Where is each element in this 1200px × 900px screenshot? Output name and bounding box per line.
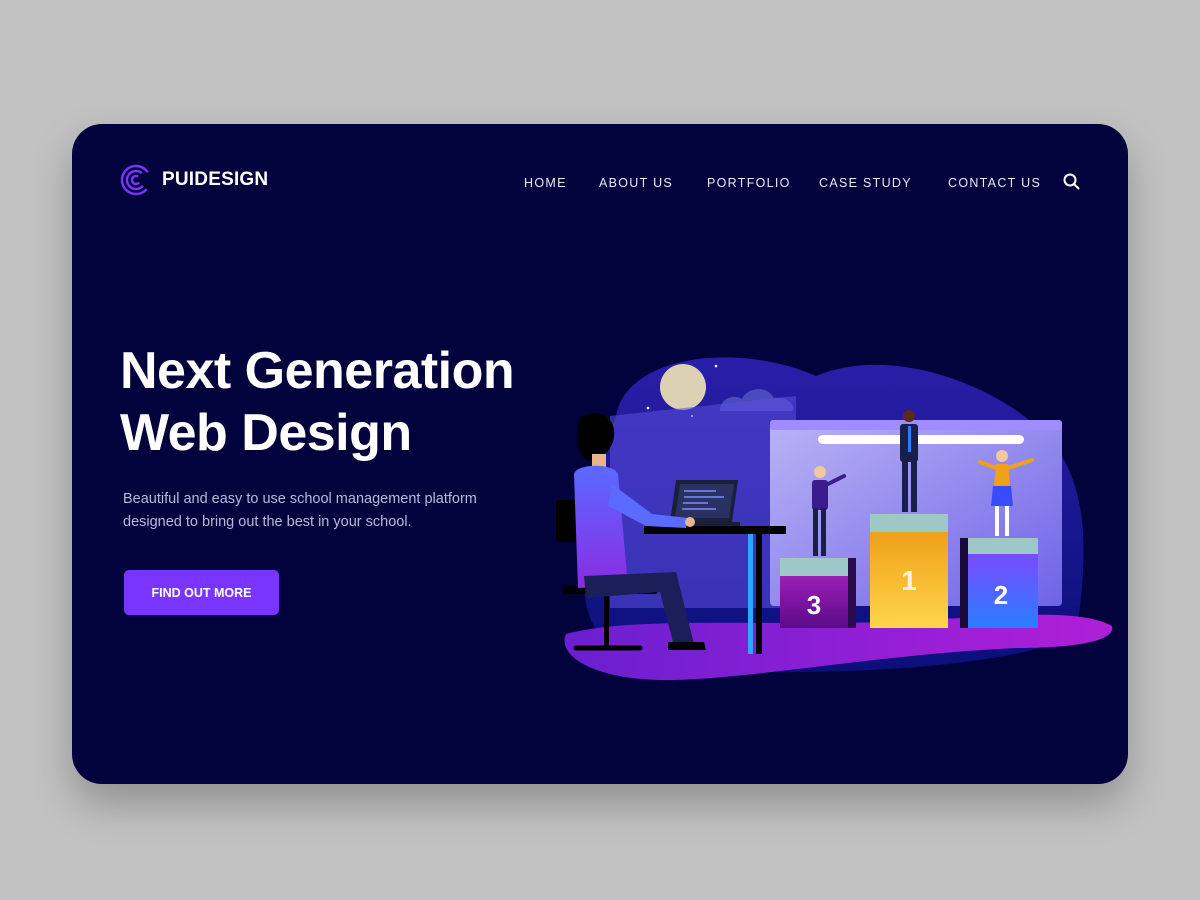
star-icon xyxy=(646,406,650,410)
nav-contact-us[interactable]: CONTACT US xyxy=(948,176,1041,190)
nav-case-study[interactable]: CASE STUDY xyxy=(819,176,912,190)
hero-description: Beautiful and easy to use school managem… xyxy=(123,491,477,530)
hero-title: Next Generation Web Design xyxy=(120,340,515,464)
hero-title-line-2: Web Design xyxy=(120,404,412,462)
hero-title-line-1: Next Generation xyxy=(120,342,515,400)
podium-label-2: 2 xyxy=(994,580,1008,610)
moon-icon xyxy=(660,364,706,410)
nav-about-us[interactable]: ABOUT US xyxy=(599,176,673,190)
nav-portfolio[interactable]: PORTFOLIO xyxy=(707,176,791,190)
podium-label-3: 3 xyxy=(807,590,821,620)
hero-card: PUIDESIGN HOME ABOUT US PORTFOLIO CASE S… xyxy=(72,124,1128,784)
main-nav: HOME ABOUT US PORTFOLIO CASE STUDY CONTA… xyxy=(72,176,1128,196)
podium-label-1: 1 xyxy=(901,565,917,596)
find-out-more-button[interactable]: FIND OUT MORE xyxy=(124,570,279,615)
search-icon[interactable] xyxy=(1062,172,1082,192)
nav-home[interactable]: HOME xyxy=(524,176,567,190)
star-icon xyxy=(714,364,718,368)
hero-illustration: 3 1 2 xyxy=(556,357,1113,681)
browser-address-bar xyxy=(818,435,1024,444)
